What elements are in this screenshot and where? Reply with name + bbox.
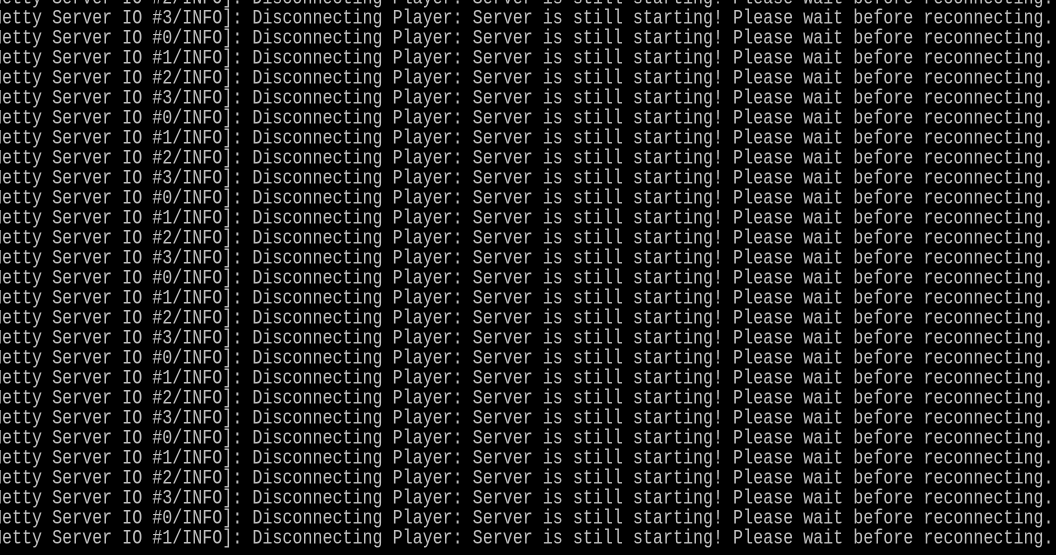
console-line: Netty Server IO #1/INFO]: Disconnecting … bbox=[0, 527, 1054, 551]
console-output[interactable]: Netty Server IO #2/INFO]: Disconnecting … bbox=[0, 0, 1056, 555]
console-log-list: Netty Server IO #2/INFO]: Disconnecting … bbox=[0, 0, 1056, 551]
